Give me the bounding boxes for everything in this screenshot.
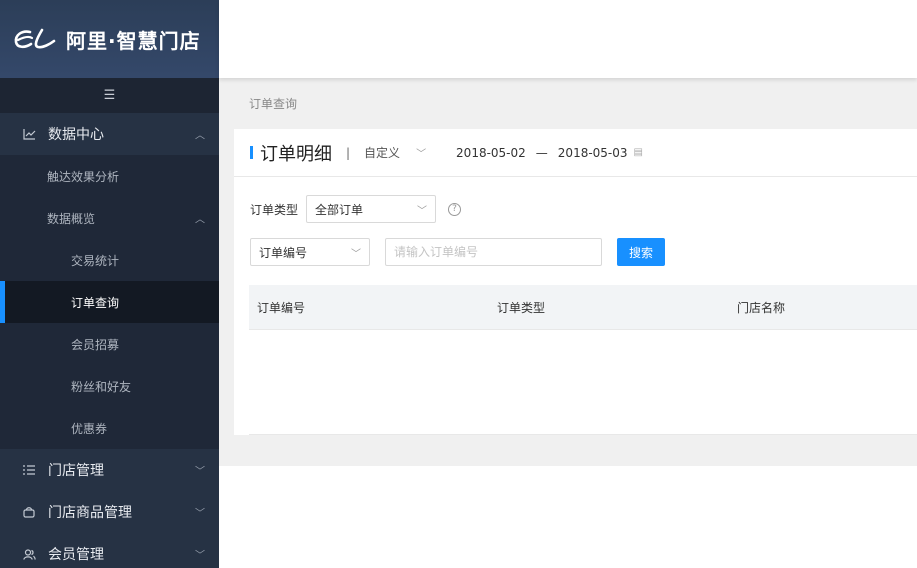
order-type-label: 订单类型 [250,202,299,217]
chevron-down-icon: ﹀ [417,205,428,217]
brand-header: 阿里·智慧门店 [0,0,219,78]
menu-group-data-center[interactable]: 数据中心 ︿ [0,113,219,155]
order-type-select[interactable]: 全部订单 ﹀ [306,195,437,223]
search-button[interactable]: 搜索 [617,238,666,266]
order-detail-panel: 订单明细 | 自定义 ﹀ 2018-05-02 — 2018-05-03 ▤ 订… [234,129,917,435]
date-end[interactable]: 2018-05-03 [558,146,628,160]
sidebar-item-coupons[interactable]: 优惠券 [0,407,219,449]
chevron-down-icon: ﹀ [195,550,205,562]
sidebar-item-data-overview[interactable]: 数据概览 ︿ [0,197,219,239]
search-field-select[interactable]: 订单编号 ﹀ [250,238,370,266]
chevron-up-icon: ︿ [195,130,205,142]
menu-group-store-goods[interactable]: 门店商品管理 ﹀ [0,491,219,533]
column-header-store-name[interactable]: 门店名称 [729,299,785,316]
date-range-type-select[interactable]: 自定义 ﹀ [364,144,446,161]
sidebar: 阿里·智慧门店 ☰ 数据中心 ︿ 触达效果分析 数据概览 ︿ 交易统计 订单查询… [0,0,219,568]
title-accent-bar [250,146,253,159]
breadcrumb: 订单查询 [249,97,298,111]
sidebar-item-label: 数据概览 [47,211,96,226]
menu-fold-icon: ☰ [103,88,116,103]
title-divider: | [346,145,351,160]
chevron-down-icon: ﹀ [195,466,205,478]
shopping-bag-icon [22,506,36,518]
chevron-up-icon: ︿ [195,214,205,226]
menu-group-label: 门店管理 [48,463,104,479]
sidebar-item-member-recruit[interactable]: 会员招募 [0,323,219,365]
top-header [219,0,917,78]
calendar-icon[interactable]: ▤ [634,147,643,158]
column-header-order-type[interactable]: 订单类型 [489,299,729,316]
user-group-icon [22,548,36,560]
chevron-down-icon: ﹀ [416,149,427,160]
brand-name: 阿里·智慧门店 [66,28,201,53]
table-body [249,330,917,435]
menu-group-store-management[interactable]: 门店管理 ﹀ [0,449,219,491]
sidebar-item-label: 优惠券 [71,421,108,436]
table-header: 订单编号 订单类型 门店名称 [249,285,917,330]
menu-group-member-management[interactable]: 会员管理 ﹀ [0,533,219,568]
alibaba-logo-icon [14,28,56,49]
line-chart-icon [22,128,36,140]
menu-group-label: 门店商品管理 [48,505,132,521]
sidebar-item-label: 粉丝和好友 [71,379,132,394]
orders-table: 订单编号 订单类型 门店名称 [249,285,917,435]
chevron-down-icon: ﹀ [195,508,205,520]
date-separator: — [535,145,548,160]
order-type-value: 全部订单 [315,202,364,217]
sidebar-item-label: 订单查询 [71,295,120,310]
menu-group-label: 数据中心 [48,127,104,143]
help-icon[interactable]: ? [448,202,462,216]
submenu-data-center: 触达效果分析 数据概览 ︿ 交易统计 订单查询 会员招募 粉丝和好友 优惠券 [0,155,219,449]
date-start[interactable]: 2018-05-02 [456,146,526,160]
page-title: 订单明细 [260,143,332,165]
order-number-input[interactable] [385,238,602,266]
main-content: 订单查询 订单明细 | 自定义 ﹀ 2018-05-02 — 2018-05-0… [219,78,917,466]
search-field-value: 订单编号 [259,245,308,260]
sidebar-item-order-query[interactable]: 订单查询 [0,281,219,323]
sidebar-item-label: 会员招募 [71,337,120,352]
search-row: 订单编号 ﹀ 搜索 [250,238,666,266]
sidebar-item-label: 触达效果分析 [47,169,120,184]
chevron-down-icon: ﹀ [351,248,361,260]
sidebar-collapse-button[interactable]: ☰ [0,78,219,113]
sidebar-item-trade-stats[interactable]: 交易统计 [0,239,219,281]
sidebar-item-label: 交易统计 [71,253,120,268]
menu-group-label: 会员管理 [48,547,104,563]
sidebar-item-fans-friends[interactable]: 粉丝和好友 [0,365,219,407]
panel-header: 订单明细 | 自定义 ﹀ 2018-05-02 — 2018-05-03 ▤ [234,129,917,177]
order-type-filter: 订单类型 全部订单 ﹀ ? [250,195,462,223]
list-icon [22,465,36,475]
sidebar-item-reach-analysis[interactable]: 触达效果分析 [0,155,219,197]
date-range-type-value: 自定义 [364,146,401,160]
column-header-order-number[interactable]: 订单编号 [249,299,489,316]
